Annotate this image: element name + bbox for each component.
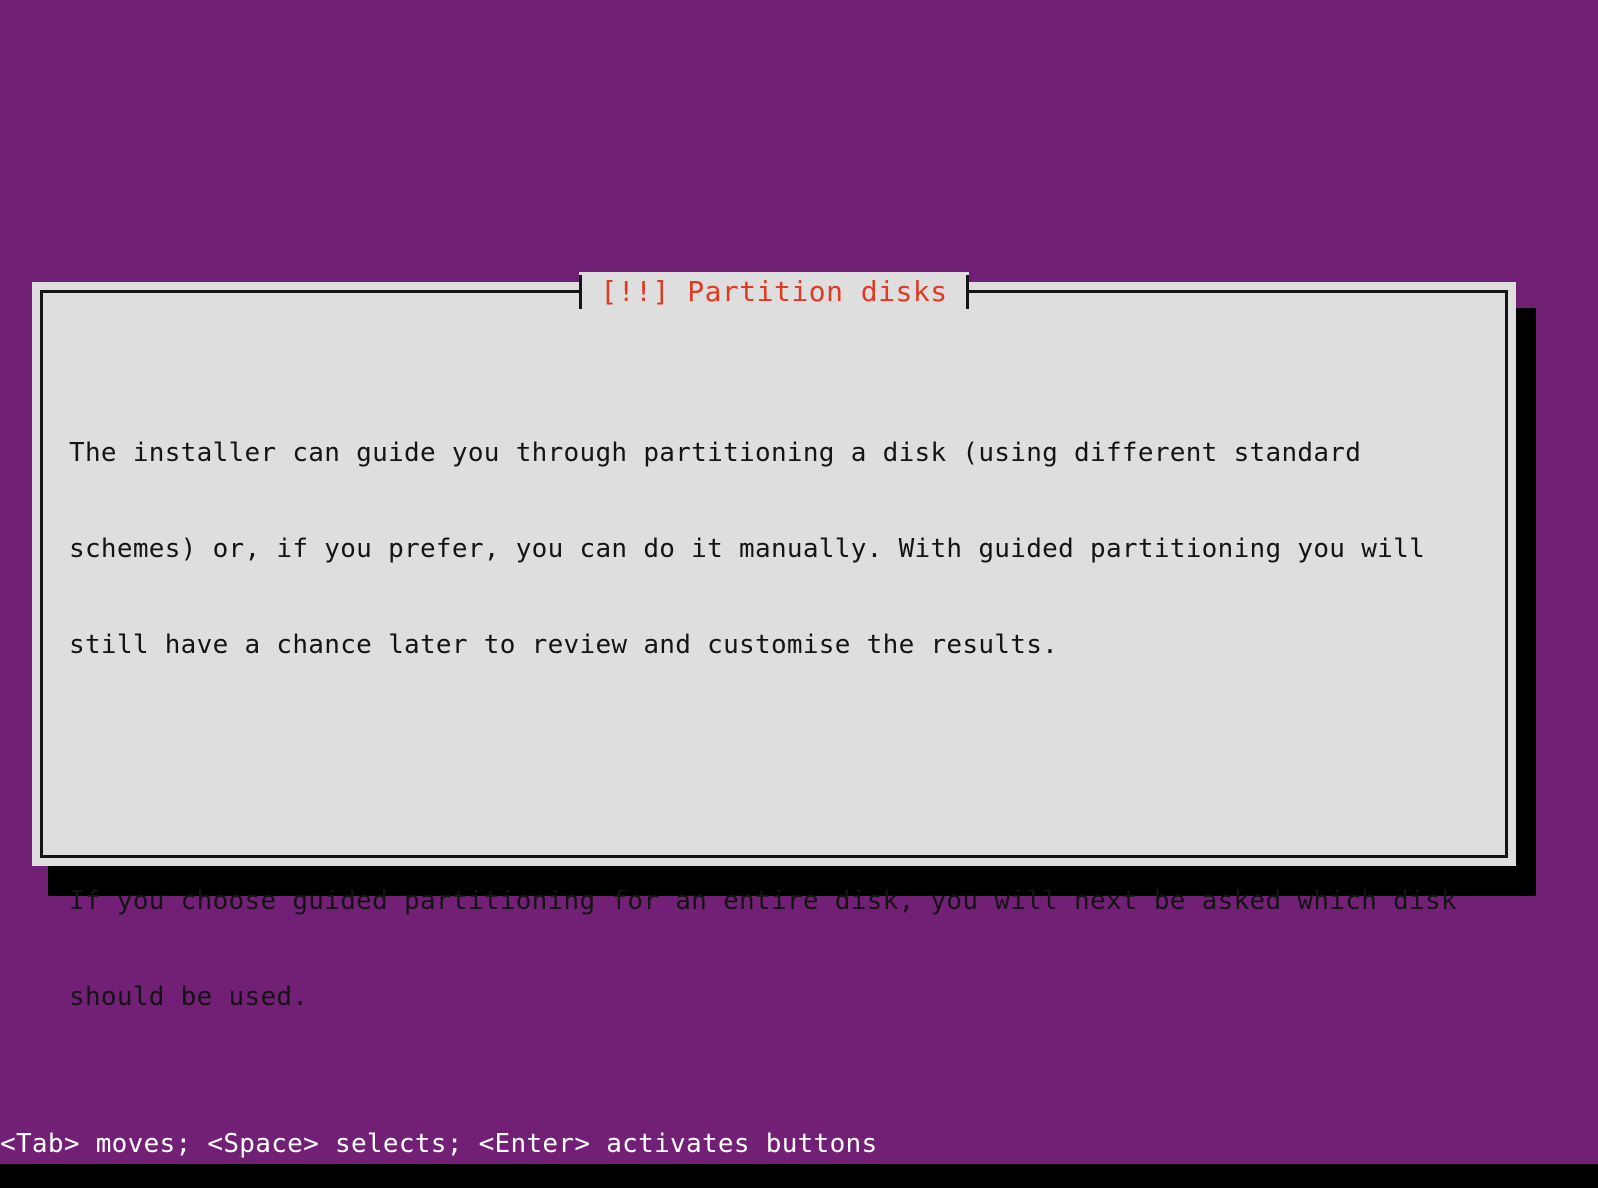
dialog-body: The installer can guide you through part… bbox=[43, 293, 1505, 1012]
intro-paragraph-line-2: schemes) or, if you prefer, you can do i… bbox=[69, 534, 1426, 564]
partition-disks-dialog: [!!] Partition disks The installer can g… bbox=[32, 272, 1516, 1012]
paragraph-spacer-1 bbox=[69, 757, 1483, 789]
intro-paragraph-line-3: still have a chance later to review and … bbox=[69, 630, 1059, 660]
status-bar-hint: <Tab> moves; <Space> selects; <Enter> ac… bbox=[0, 1129, 878, 1159]
dialog-frame: [!!] Partition disks The installer can g… bbox=[40, 272, 1508, 1012]
bottom-black-strip bbox=[0, 1164, 1598, 1188]
installer-screen: [!!] Partition disks The installer can g… bbox=[0, 0, 1598, 1188]
intro-paragraph-line-1: The installer can guide you through part… bbox=[69, 438, 1362, 468]
guided-note-line-2: should be used. bbox=[69, 982, 309, 1012]
guided-note-line-1: If you choose guided partitioning for an… bbox=[69, 886, 1457, 916]
